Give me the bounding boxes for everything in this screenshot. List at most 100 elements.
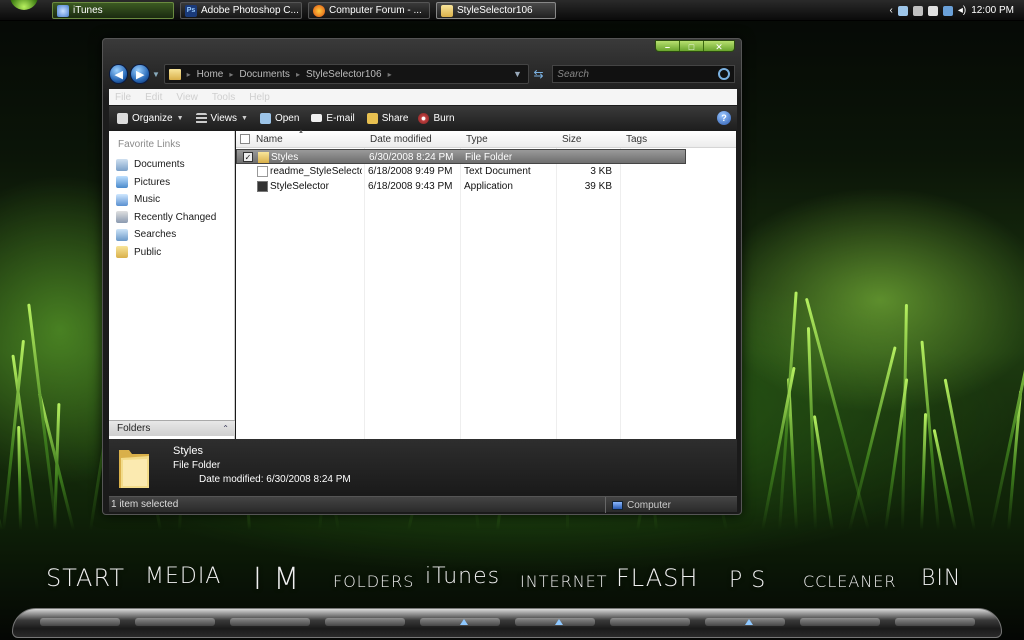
dock-item-media[interactable]: MEDIA <box>145 564 221 589</box>
column-name[interactable]: Name <box>256 134 283 145</box>
views-label: Views <box>210 112 238 124</box>
views-button[interactable]: Views ▼ <box>195 112 248 124</box>
minimize-button[interactable]: – <box>656 41 680 51</box>
dock-item-ps[interactable]: P S <box>729 568 766 593</box>
chevron-right-icon[interactable]: ▸ <box>388 70 392 79</box>
dock-item-im[interactable]: I M <box>253 562 300 597</box>
running-indicator-icon <box>460 619 468 625</box>
pictures-icon <box>116 176 128 189</box>
folder-icon <box>168 68 181 80</box>
explorer-window: – □ ✕ ◀ ▶ ▼ ▸ Home ▸ Documents ▸ StyleSe… <box>102 38 742 515</box>
folders-toggle[interactable]: Folders ⌃ <box>109 420 235 436</box>
search-icon[interactable] <box>717 68 730 80</box>
open-button[interactable]: Open <box>259 112 300 124</box>
breadcrumb-styleselector106[interactable]: StyleSelector106 <box>306 69 382 80</box>
file-name: StyleSelector <box>270 181 329 192</box>
table-row[interactable]: readme_StyleSelector 6/18/2008 9:49 PM T… <box>236 164 686 179</box>
maximize-button[interactable]: □ <box>680 41 704 51</box>
organize-button[interactable]: Organize ▼ <box>117 112 184 124</box>
taskbar-button-firefox[interactable]: Computer Forum - ... <box>308 2 430 19</box>
favorite-link-public[interactable]: Public <box>109 244 234 262</box>
taskbar-button-photoshop[interactable]: Ps Adobe Photoshop C... <box>180 2 302 19</box>
dock-item-itunes[interactable]: iTunes <box>425 564 500 589</box>
dock-item-folders[interactable]: FOLDERS <box>333 572 414 591</box>
dock-item-flash[interactable]: FLASH <box>616 564 698 592</box>
table-row[interactable]: ✓ Styles 6/30/2008 8:24 PM File Folder <box>236 149 686 164</box>
menu-tools[interactable]: Tools <box>212 92 235 103</box>
favorite-link-pictures[interactable]: Pictures <box>109 174 234 192</box>
searches-icon <box>116 228 128 241</box>
file-size: 39 KB <box>584 181 612 192</box>
documents-icon <box>116 158 128 171</box>
table-row[interactable]: StyleSelector 6/18/2008 9:43 PM Applicat… <box>236 179 686 194</box>
dock: START MEDIA I M FOLDERS iTunes INTERNET … <box>0 560 1024 610</box>
column-date-modified[interactable]: Date modified <box>370 134 432 145</box>
tray-expand-icon[interactable]: ‹ <box>889 5 892 16</box>
chevron-right-icon[interactable]: ▸ <box>187 70 191 79</box>
menu-help[interactable]: Help <box>249 92 270 103</box>
chevron-down-icon: ▼ <box>176 114 184 122</box>
help-icon[interactable]: ? <box>717 111 731 125</box>
details-name: Styles <box>173 445 203 457</box>
network-icon[interactable] <box>897 5 908 16</box>
dock-item-internet[interactable]: INTERNET <box>520 572 608 591</box>
breadcrumb-home[interactable]: Home <box>197 69 224 80</box>
row-checkbox[interactable]: ✓ <box>243 152 253 162</box>
address-bar[interactable]: ▸ Home ▸ Documents ▸ StyleSelector106 ▸ … <box>163 64 529 84</box>
file-date: 6/18/2008 9:43 PM <box>368 181 453 192</box>
security-icon[interactable] <box>912 5 923 16</box>
share-icon <box>366 112 378 124</box>
dock-label-text: MEDIA <box>145 564 222 589</box>
recent-pages-dropdown[interactable]: ▼ <box>152 70 162 79</box>
breadcrumb-documents[interactable]: Documents <box>239 69 290 80</box>
dock-label-text: START <box>46 564 126 592</box>
back-button[interactable]: ◀ <box>109 64 129 84</box>
taskbar-button-itunes[interactable]: iTunes <box>52 2 174 19</box>
column-tags[interactable]: Tags <box>626 134 647 145</box>
dock-label-text: P S <box>729 568 767 593</box>
chevron-right-icon[interactable]: ▸ <box>296 70 300 79</box>
close-button[interactable]: ✕ <box>704 41 734 51</box>
volume-icon[interactable]: ◂) <box>958 5 966 16</box>
battery-icon[interactable] <box>927 5 938 16</box>
views-icon <box>195 112 207 124</box>
dock-item-ccleaner[interactable]: CCLEANER <box>803 572 897 591</box>
share-button[interactable]: Share <box>366 112 408 124</box>
column-size[interactable]: Size <box>562 134 581 145</box>
select-all-checkbox[interactable] <box>240 134 250 144</box>
email-label: E-mail <box>326 112 355 124</box>
favorite-link-recently-changed[interactable]: Recently Changed <box>109 209 234 227</box>
chevron-down-icon: ▼ <box>241 114 248 122</box>
dock-item-start[interactable]: START <box>46 564 125 592</box>
forward-button[interactable]: ▶ <box>130 64 150 84</box>
address-dropdown-icon[interactable]: ▼ <box>513 69 522 79</box>
shelf-segment <box>800 618 880 626</box>
file-date: 6/18/2008 9:49 PM <box>368 166 453 177</box>
display-icon[interactable] <box>942 5 953 16</box>
menu-view[interactable]: View <box>176 92 198 103</box>
favorite-link-searches[interactable]: Searches <box>109 226 234 244</box>
taskbar-button-styleselector[interactable]: StyleSelector106 <box>436 2 556 19</box>
dock-item-bin[interactable]: BIN <box>921 566 961 591</box>
menu-file[interactable]: File <box>115 92 131 103</box>
taskbar-button-label: iTunes <box>73 5 103 16</box>
column-type[interactable]: Type <box>466 134 488 145</box>
recently-changed-icon <box>116 211 128 224</box>
search-input[interactable]: Search <box>552 65 735 83</box>
favorite-link-label: Music <box>134 194 161 206</box>
favorite-link-label: Pictures <box>134 176 171 188</box>
menu-edit[interactable]: Edit <box>145 92 162 103</box>
open-label: Open <box>274 112 300 124</box>
dock-label-text: I M <box>253 562 301 597</box>
clock[interactable]: 12:00 PM <box>971 5 1014 16</box>
chevron-right-icon[interactable]: ▸ <box>229 70 233 79</box>
computer-icon <box>612 500 623 510</box>
favorite-link-documents[interactable]: Documents <box>109 156 234 174</box>
open-icon <box>259 112 271 124</box>
start-orb[interactable] <box>10 0 38 10</box>
favorite-link-music[interactable]: Music <box>109 191 234 209</box>
burn-button[interactable]: Burn <box>418 112 455 124</box>
email-button[interactable]: E-mail <box>311 112 355 124</box>
refresh-icon[interactable]: ⇆ <box>529 64 548 84</box>
details-type: File Folder <box>173 460 221 471</box>
